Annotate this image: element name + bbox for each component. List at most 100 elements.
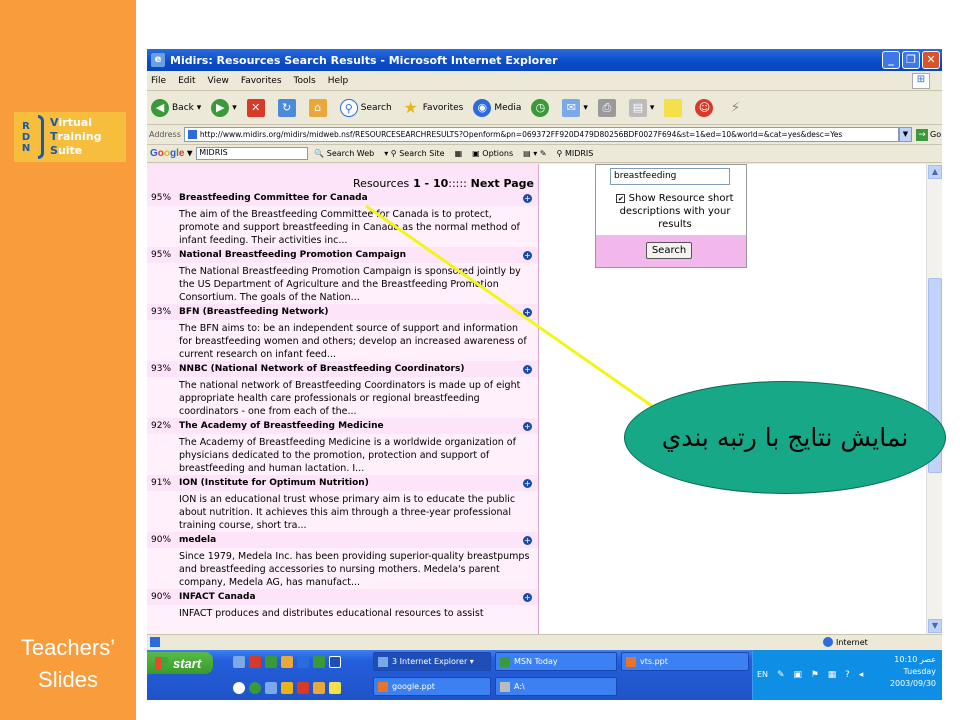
result-title-link[interactable]: The Academy of Breastfeeding Medicine [179,421,384,431]
edit-button[interactable]: ▤ ▾ [628,98,654,117]
task-vts-ppt[interactable]: vts.ppt [621,652,749,671]
window-title: Midirs: Resources Search Results - Micro… [170,53,558,67]
options-button[interactable]: ▣ Options [472,149,513,158]
show-descriptions-checkbox[interactable]: ✔ [616,193,626,203]
expand-icon[interactable]: + [523,421,532,431]
quicklaunch-icon[interactable] [233,682,245,694]
stop-button[interactable]: ✕ [246,98,268,117]
search-site-button[interactable]: ▾ ⚲ Search Site [384,149,444,158]
restore-button[interactable]: ❐ [902,51,920,69]
title-bar: e Midirs: Resources Search Results - Mic… [147,49,942,71]
result-item: 93% BFN (Breastfeeding Network) + The BF… [147,304,538,361]
expand-icon[interactable]: + [523,307,532,317]
highlight-button[interactable]: ▤ ▾ ✎ [523,149,546,158]
pagerank-icon[interactable]: ▦ [455,149,463,158]
minimize-button[interactable]: _ [882,51,900,69]
research-button[interactable]: ⚡ [726,99,747,117]
menu-help[interactable]: Help [328,76,349,86]
result-item: 92% The Academy of Breastfeeding Medicin… [147,418,538,475]
search-icon: ⚲ [339,98,358,117]
go-arrow-icon: → [916,128,928,141]
result-item: 90% medela + Since 1979, Medela Inc. has… [147,532,538,589]
result-description: Since 1979, Medela Inc. has been providi… [147,548,538,589]
show-descriptions-option[interactable]: ✔ Show Resource short descriptions with … [610,192,740,231]
search-web-button[interactable]: 🔍 Search Web [314,149,374,158]
midris-button[interactable]: ⚲ MIDRIS [557,149,594,158]
history-button[interactable]: ◷ [531,98,552,117]
result-title-link[interactable]: INFACT Canada [179,592,256,602]
menu-edit[interactable]: Edit [178,76,195,86]
menu-favorites[interactable]: Favorites [241,76,282,86]
quicklaunch-icon[interactable] [313,682,325,694]
google-search-input[interactable]: MIDRIS [196,147,309,160]
language-indicator[interactable]: EN [757,670,768,679]
quicklaunch-icon[interactable] [313,656,325,668]
ie-icon [378,656,388,667]
menu-tools[interactable]: Tools [294,76,316,86]
expand-icon[interactable]: + [523,478,532,488]
quicklaunch-icon[interactable] [329,682,341,694]
quicklaunch-icon[interactable] [297,682,309,694]
address-input[interactable]: http://www.midirs.org/midirs/midweb.nsf/… [183,127,899,142]
search-input[interactable]: breastfeeding [610,168,730,185]
menu-file[interactable]: File [151,76,166,86]
expand-icon[interactable]: + [523,250,532,260]
result-title-link[interactable]: ION (Institute for Optimum Nutrition) [179,478,369,488]
address-bar: Address http://www.midirs.org/midirs/mid… [147,125,942,145]
home-button[interactable]: ⌂ [308,98,330,117]
quicklaunch-ie-icon[interactable] [297,656,309,668]
favorites-button[interactable]: ★ Favorites [402,98,464,117]
result-title-link[interactable]: NNBC (National Network of Breastfeeding … [179,364,464,374]
scroll-down-icon[interactable]: ▼ [928,619,942,633]
quicklaunch-icon[interactable] [281,682,293,694]
result-title-link[interactable]: Breastfeeding Committee for Canada [179,193,368,203]
home-icon: ⌂ [308,98,327,117]
refresh-button[interactable]: ↻ [277,98,299,117]
quicklaunch-icon[interactable] [265,682,277,694]
quicklaunch-icon[interactable] [265,656,277,668]
ie-icon: e [151,53,165,67]
search-submit-button[interactable]: Search [646,242,692,259]
quicklaunch-icon[interactable] [249,656,261,668]
mail-button[interactable]: ✉ ▾ [562,98,588,117]
start-button[interactable]: start [147,652,213,674]
expand-icon[interactable]: + [523,592,532,602]
media-button[interactable]: ◉ Media [473,98,521,117]
relevance-score: 91% [151,478,172,488]
search-button[interactable]: ⚲ Search [339,98,392,117]
google-logo[interactable]: Google ▾ [150,148,192,159]
print-button[interactable]: ⎙ [597,98,619,117]
task-msn-today[interactable]: MSN Today [495,652,617,671]
security-zone: Internet [823,637,868,647]
go-button[interactable]: → Go [916,128,942,141]
result-title-link[interactable]: medela [179,535,216,545]
relevance-score: 92% [151,421,172,431]
back-button[interactable]: ◀ Back ▾ [151,98,201,117]
next-page-link[interactable]: Next Page [471,177,534,190]
result-title-link[interactable]: BFN (Breastfeeding Network) [179,307,329,317]
quicklaunch-icon[interactable] [249,682,261,694]
powerpoint-icon [378,681,388,692]
expand-icon[interactable]: + [523,535,532,545]
vertical-scrollbar[interactable]: ▲ ▼ [926,164,942,634]
task-internet-explorer[interactable]: 3 Internet Explorer ▾ [373,652,491,671]
address-dropdown[interactable]: ▼ [899,127,912,142]
task-google-ppt[interactable]: google.ppt [373,677,491,696]
close-button[interactable]: ✕ [922,51,940,69]
messenger-button[interactable]: ☺ [695,98,716,117]
quicklaunch-desktop-icon[interactable] [233,656,245,668]
quicklaunch-icon[interactable] [281,656,293,668]
scroll-up-icon[interactable]: ▲ [928,165,942,179]
task-drive-a[interactable]: A:\ [495,677,617,696]
page-icon [187,130,197,139]
print-icon: ⎙ [597,98,616,117]
expand-icon[interactable]: + [523,364,532,374]
menu-view[interactable]: View [208,76,229,86]
expand-icon[interactable]: + [523,193,532,203]
system-clock[interactable]: 10:10 عصر Tuesday 2003/09/30 [876,654,936,690]
forward-button[interactable]: ▶ ▾ [211,98,237,117]
result-title-link[interactable]: National Breastfeeding Promotion Campaig… [179,250,406,260]
discuss-button[interactable] [664,98,685,117]
results-header: Resources 1 - 10::::: Next Page [353,177,534,190]
quicklaunch-icon[interactable] [329,656,341,668]
